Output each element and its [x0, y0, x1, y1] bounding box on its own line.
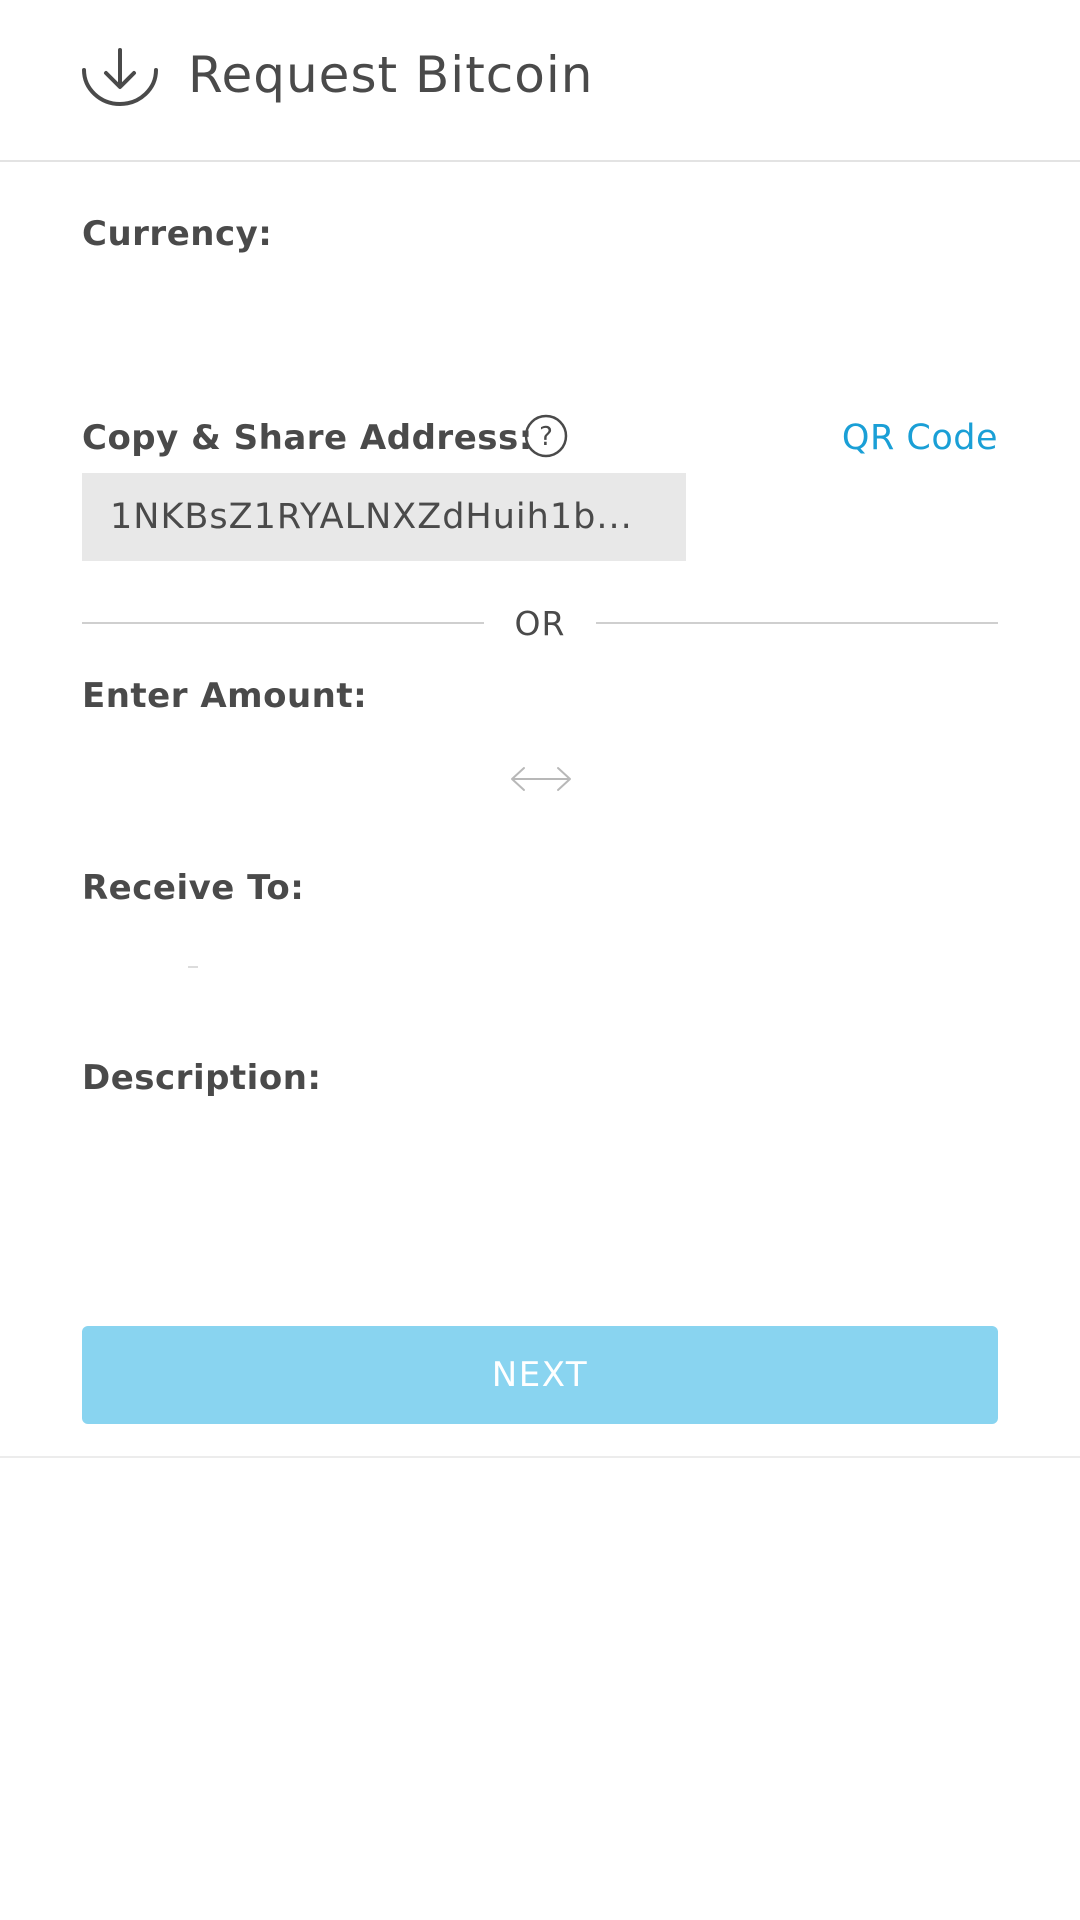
- select-placeholder-mark: [188, 966, 198, 968]
- question-circle-icon[interactable]: ?: [524, 414, 568, 458]
- amount-label: Enter Amount:: [82, 676, 368, 716]
- description-label: Description:: [82, 1058, 322, 1098]
- address-value: 1NKBsZ1RYALNXZdHuih1b...: [110, 497, 633, 537]
- description-input[interactable]: [82, 1130, 998, 1250]
- download-icon: [82, 48, 158, 106]
- amount-crypto-input[interactable]: [82, 746, 482, 806]
- page-title: Request Bitcoin: [188, 46, 594, 104]
- receive-to-select[interactable]: [82, 940, 998, 1000]
- footer-divider: [0, 1456, 1080, 1458]
- currency-select[interactable]: [82, 280, 998, 340]
- divider-line-left: [82, 622, 484, 624]
- receive-to-label: Receive To:: [82, 868, 305, 908]
- amount-fiat-input[interactable]: [598, 746, 998, 806]
- next-button[interactable]: NEXT: [82, 1326, 998, 1424]
- swap-arrows-icon[interactable]: [508, 764, 574, 794]
- or-divider-text: OR: [514, 604, 566, 643]
- qr-code-link[interactable]: QR Code: [842, 416, 998, 460]
- currency-label: Currency:: [82, 214, 273, 254]
- header-bar: Request Bitcoin: [0, 0, 1080, 162]
- divider-line-right: [596, 622, 998, 624]
- address-field[interactable]: 1NKBsZ1RYALNXZdHuih1b...: [82, 473, 686, 561]
- address-label: Copy & Share Address:: [82, 418, 533, 458]
- svg-text:?: ?: [539, 422, 553, 452]
